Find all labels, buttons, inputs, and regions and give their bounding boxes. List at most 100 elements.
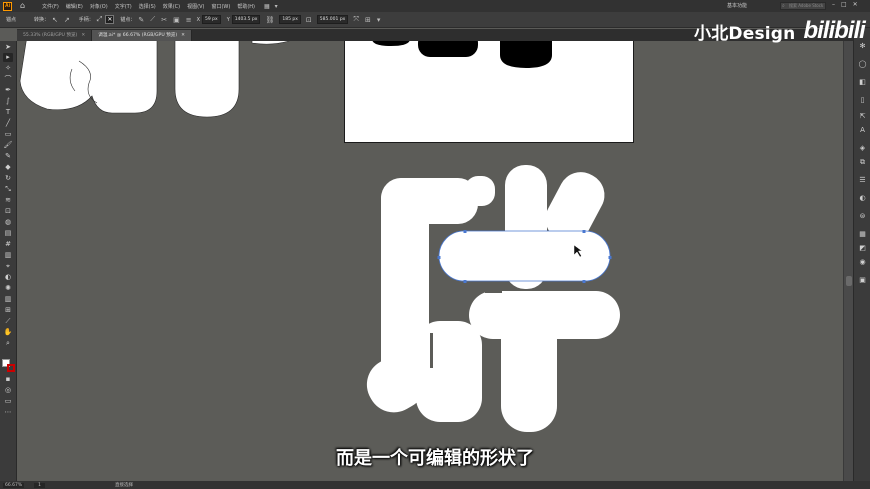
eyedropper-icon[interactable]: ⌖ (3, 262, 13, 271)
layout-icon[interactable]: ▦ (264, 3, 270, 10)
menu-help[interactable]: 帮助(H) (237, 3, 255, 10)
comment-icon[interactable]: ◧ (858, 78, 867, 87)
selected-pill-shape[interactable] (437, 230, 612, 283)
anchor-point[interactable] (582, 230, 586, 233)
menu-view[interactable]: 视图(V) (187, 3, 204, 10)
anchor-point[interactable] (608, 256, 612, 259)
menu-effect[interactable]: 效果(C) (163, 3, 180, 10)
artboard-number[interactable]: 1 (34, 482, 46, 488)
anchor-point[interactable] (463, 230, 467, 233)
scrollbar-thumb[interactable] (846, 276, 852, 286)
stroke-panel-icon[interactable]: ◉ (858, 258, 867, 267)
direct-selection-tool-icon[interactable]: ▸ (3, 53, 13, 62)
isolate-group-icon[interactable]: ⊞ (365, 16, 371, 24)
main-glyph[interactable] (357, 164, 620, 432)
warp-tool-icon[interactable]: ≋ (3, 196, 13, 205)
tab-document-2[interactable]: 调温.ai* @ 66.67% (RGB/GPU 预览) ✕ (92, 30, 192, 41)
menu-object[interactable]: 对象(O) (90, 3, 108, 10)
anchor-point[interactable] (582, 280, 586, 283)
slice-tool-icon[interactable]: ⟋ (3, 317, 13, 326)
align-panel-icon[interactable]: ☰ (858, 176, 867, 185)
partial-glyph-left[interactable] (19, 41, 290, 118)
stock-search-input[interactable]: ⌕ 搜索 Adobe Stock (780, 2, 826, 10)
color-panel-icon[interactable]: ◩ (858, 244, 867, 253)
rotate-tool-icon[interactable]: ↻ (3, 174, 13, 183)
dropdown-icon[interactable]: ▾ (275, 3, 278, 10)
appearance-icon[interactable]: ◐ (858, 194, 867, 203)
zoom-tool-icon[interactable]: ⌕ (3, 339, 13, 348)
anchor-point[interactable] (463, 280, 467, 283)
convert-smooth-icon[interactable]: ↗ (64, 16, 70, 24)
free-transform-icon[interactable]: ⊡ (3, 207, 13, 216)
color-mode-icon[interactable]: ▪ (3, 375, 13, 384)
hand-tool-icon[interactable]: ✋ (3, 328, 13, 337)
blend-tool-icon[interactable]: ◐ (3, 273, 13, 282)
link-icon[interactable]: ⛓ (265, 16, 274, 24)
tab-document-1[interactable]: 55.33% (RGB/GPU 预览) ✕ (17, 30, 93, 41)
eraser-icon[interactable]: ◆ (3, 163, 13, 172)
screen-mode-icon[interactable]: ▭ (3, 397, 13, 406)
pathfinder-icon[interactable]: ▣ (858, 276, 867, 285)
character-icon[interactable]: ▯ (858, 96, 867, 105)
anchor-point[interactable] (437, 256, 441, 259)
more-tools-icon[interactable]: ⋯ (3, 408, 13, 417)
graph-tool-icon[interactable]: ▥ (3, 295, 13, 304)
export-icon[interactable]: ⇱ (858, 112, 867, 121)
minimize-icon[interactable]: – (832, 1, 835, 8)
type-tool-icon[interactable]: T (3, 108, 13, 117)
image-trace-icon[interactable]: A (858, 126, 867, 135)
zoom-level[interactable]: 66.67% (3, 482, 25, 488)
line-tool-icon[interactable]: ╱ (3, 119, 13, 128)
isolate-icon[interactable]: ▣ (173, 16, 180, 24)
menu-window[interactable]: 窗口(W) (211, 3, 230, 10)
rectangle-tool-icon[interactable]: ▭ (3, 130, 13, 139)
perspective-grid-icon[interactable]: ▤ (3, 229, 13, 238)
align-icon[interactable]: ≡ (186, 16, 192, 24)
hide-handles-icon[interactable]: ✕ (105, 15, 115, 24)
remove-anchor-icon[interactable]: ✎ (138, 16, 144, 24)
pen-tool-icon[interactable]: ✒ (3, 86, 13, 95)
selection-tool-icon[interactable]: ➤ (3, 43, 13, 52)
artboard-glyph-fragments[interactable] (372, 41, 552, 68)
shape-builder-icon[interactable]: ◍ (3, 218, 13, 227)
vertical-scrollbar[interactable] (843, 41, 853, 481)
curvature-tool-icon[interactable]: ∫ (3, 97, 13, 106)
canvas-area[interactable] (17, 41, 843, 481)
mesh-tool-icon[interactable]: # (3, 240, 13, 249)
x-field[interactable]: 59 px (202, 15, 221, 24)
lasso-icon[interactable]: ⌒ (3, 75, 13, 84)
h-field[interactable]: 585.001 px (316, 15, 349, 24)
paintbrush-icon[interactable]: 🖌 (3, 141, 13, 150)
maximize-icon[interactable]: □ (841, 1, 847, 8)
workspace-switcher[interactable]: 基本功能 (727, 2, 747, 9)
gradient-tool-icon[interactable]: ▥ (3, 251, 13, 260)
magic-wand-icon[interactable]: ✧ (3, 64, 13, 73)
close-tab-icon[interactable]: ✕ (181, 33, 185, 38)
close-tab-icon[interactable]: ✕ (81, 33, 85, 38)
scale-tool-icon[interactable]: ⤡ (3, 185, 13, 194)
swatches-icon[interactable]: ▦ (858, 230, 867, 239)
stroke-swatch[interactable] (7, 364, 15, 372)
home-icon[interactable]: ⌂ (20, 2, 28, 10)
shaper-tool-icon[interactable]: ✎ (3, 152, 13, 161)
convert-corner-icon[interactable]: ↖ (52, 16, 58, 24)
draw-mode-icon[interactable]: ◎ (3, 386, 13, 395)
cut-path-icon[interactable]: ✂ (161, 16, 167, 24)
transform-icon[interactable]: ⤧ (353, 15, 359, 24)
show-handles-icon[interactable]: ⤢ (97, 15, 103, 24)
y-field[interactable]: 1403.5 px (231, 15, 261, 24)
menu-select[interactable]: 选择(S) (139, 3, 156, 10)
artboard-tool-icon[interactable]: ⊞ (3, 306, 13, 315)
libraries-icon[interactable]: ◯ (858, 60, 867, 69)
artboards-icon[interactable]: ⧉ (858, 158, 867, 167)
menu-type[interactable]: 文字(T) (115, 3, 132, 10)
transform-panel-icon[interactable]: ⊜ (858, 212, 867, 221)
layers-icon[interactable]: ◈ (858, 144, 867, 153)
menu-file[interactable]: 文件(F) (42, 3, 59, 10)
more-options-icon[interactable]: ▾ (377, 16, 381, 24)
connect-anchor-icon[interactable]: ⟋ (150, 15, 155, 24)
close-icon[interactable]: ✕ (853, 1, 858, 8)
w-field[interactable]: 185 px (279, 15, 301, 24)
symbol-sprayer-icon[interactable]: ✺ (3, 284, 13, 293)
menu-edit[interactable]: 编辑(E) (66, 3, 83, 10)
